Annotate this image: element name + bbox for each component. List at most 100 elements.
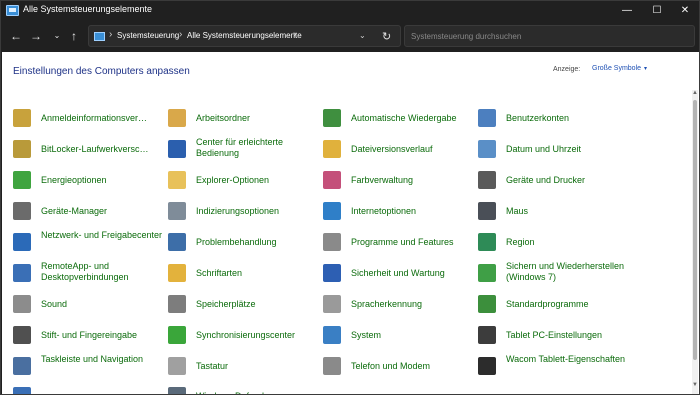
control-panel-item[interactable]: Problembehandlung [168,229,318,257]
page-title: Einstellungen des Computers anpassen [13,66,190,77]
bitlocker-key-icon [13,140,31,158]
control-panel-item-label: Datum und Uhrzeit [506,144,582,154]
address-dropdown-icon[interactable]: ⌄ [359,31,366,40]
scroll-down-icon[interactable]: ▼ [692,382,698,390]
scroll-up-icon[interactable]: ▲ [692,90,698,98]
forward-button[interactable]: → [27,27,45,45]
control-panel-item[interactable]: Tablet PC-Einstellungen [478,322,628,350]
vertical-scrollbar[interactable]: ▲ ▼ [692,90,698,394]
up-button[interactable]: ↑ [65,27,83,45]
control-panel-item[interactable]: Region [478,229,628,257]
control-panel-item[interactable]: Arbeitsordner [168,105,318,133]
control-panel-item-label: Anmeldeinformationsver… [41,113,148,123]
sync-center-icon [168,326,186,344]
control-panel-item-label: Dateiversionsverlauf [351,144,433,154]
control-panel-item-label: Spracherkennung [351,299,423,309]
control-panel-item-label: Geräte und Drucker [506,175,586,185]
control-panel-item[interactable]: RemoteApp- und Desktopverbindungen [13,260,163,288]
control-panel-item[interactable]: Standardprogramme [478,291,628,319]
internet-options-icon [323,202,341,220]
speaker-icon [13,295,31,313]
control-panel-item-label: Tablet PC-Einstellungen [506,330,603,340]
control-panel-item[interactable]: Stift- und Fingereingabe [13,322,163,350]
refresh-icon[interactable]: ↻ [382,30,391,43]
control-panel-icon [94,32,105,41]
breadcrumb-separator-icon[interactable]: › [109,29,112,40]
control-panel-item[interactable]: Telefon und Modem [323,353,473,381]
control-panel-item-label: Automatische Wiedergabe [351,113,457,123]
control-panel-item-label: Telefon und Modem [351,361,431,371]
date-time-icon [478,140,496,158]
control-panel-item-label: Schriftarten [196,268,243,278]
control-panel-item[interactable]: Energieoptionen [13,167,163,195]
programs-features-icon [323,233,341,251]
close-button[interactable]: ✕ [667,1,699,21]
control-panel-item-label: Wacom Tablett-Eigenschaften [506,354,626,364]
power-options-icon [13,171,31,189]
pen-icon [13,326,31,344]
control-panel-item[interactable]: Windows Defender [168,383,318,394]
control-panel-item[interactable]: Maus [478,198,628,226]
control-panel-item[interactable]: Sound [13,291,163,319]
chevron-down-icon[interactable]: ▾ [644,65,647,72]
control-panel-item[interactable] [13,383,163,394]
control-panel-item[interactable]: Sichern und Wiederherstellen (Windows 7) [478,260,628,288]
search-input[interactable]: Systemsteuerung durchsuchen [404,25,695,47]
control-panel-item[interactable]: Dateiversionsverlauf [323,136,473,164]
control-panel-item[interactable]: Speicherplätze [168,291,318,319]
address-bar[interactable]: › Systemsteuerung › Alle Systemsteuerung… [88,25,401,47]
control-panel-item[interactable]: BitLocker-Laufwerkversc… [13,136,163,164]
control-panel-item-label: Sound [41,299,68,309]
control-panel-item[interactable]: System [323,322,473,350]
keyboard-icon [168,357,186,375]
recent-locations-button[interactable]: ⌄ [48,27,66,45]
default-programs-icon [478,295,496,313]
control-panel-item-label: Farbverwaltung [351,175,414,185]
control-panel-item[interactable]: Programme und Features [323,229,473,257]
control-panel-item-label: Netzwerk- und Freigabecenter [41,230,163,240]
breadcrumb-separator-icon[interactable]: › [293,29,296,40]
printer-icon [478,171,496,189]
control-panel-item[interactable]: Geräte und Drucker [478,167,628,195]
control-panel-item[interactable]: Schriftarten [168,260,318,288]
control-panel-item[interactable]: Internetoptionen [323,198,473,226]
control-panel-item-label: Problembehandlung [196,237,277,247]
control-panel-item[interactable]: Tastatur [168,353,318,381]
control-panel-item-label: Benutzerkonten [506,113,570,123]
control-panel-item[interactable]: Netzwerk- und Freigabecenter [13,229,163,257]
fonts-icon [168,264,186,282]
control-panel-content: Einstellungen des Computers anpassen Anz… [2,52,699,394]
control-panel-item[interactable]: Automatische Wiedergabe [323,105,473,133]
device-manager-icon [13,202,31,220]
taskbar-icon [13,357,31,375]
scroll-thumb[interactable] [693,100,697,360]
control-panel-item[interactable]: Explorer-Optionen [168,167,318,195]
control-panel-item[interactable]: Anmeldeinformationsver… [13,105,163,133]
control-panel-item[interactable]: Taskleiste und Navigation [13,353,163,381]
breadcrumb-all-items[interactable]: Alle Systemsteuerungselemente [187,31,302,40]
back-button[interactable]: ← [7,27,25,45]
control-panel-item[interactable]: Benutzerkonten [478,105,628,133]
control-panel-item[interactable]: Datum und Uhrzeit [478,136,628,164]
view-mode-dropdown[interactable]: Große Symbole [592,65,641,72]
breadcrumb-separator-icon[interactable]: › [179,29,182,40]
storage-spaces-icon [168,295,186,313]
control-panel-item[interactable]: Synchronisierungscenter [168,322,318,350]
control-panel-item[interactable]: Center für erleichterte Bedienung [168,136,318,164]
unknown-icon [13,387,31,394]
control-panel-item-label: Synchronisierungscenter [196,330,296,340]
control-panel-item[interactable]: Farbverwaltung [323,167,473,195]
control-panel-item[interactable]: Sicherheit und Wartung [323,260,473,288]
control-panel-item-label: Center für erleichterte Bedienung [196,137,284,158]
control-panel-item[interactable]: Indizierungsoptionen [168,198,318,226]
view-label: Anzeige: [553,66,581,73]
control-panel-item[interactable]: Geräte-Manager [13,198,163,226]
control-panel-item[interactable]: Spracherkennung [323,291,473,319]
work-folders-icon [168,109,186,127]
control-panel-item-label: RemoteApp- und Desktopverbindungen [41,261,129,282]
breadcrumb-systemsteuerung[interactable]: Systemsteuerung [117,31,179,40]
control-panel-item-label: Internetoptionen [351,206,417,216]
control-panel-item[interactable]: Wacom Tablett-Eigenschaften [478,353,628,381]
control-panel-item-label: Explorer-Optionen [196,175,270,185]
control-panel-item-label: Standardprogramme [506,299,589,309]
